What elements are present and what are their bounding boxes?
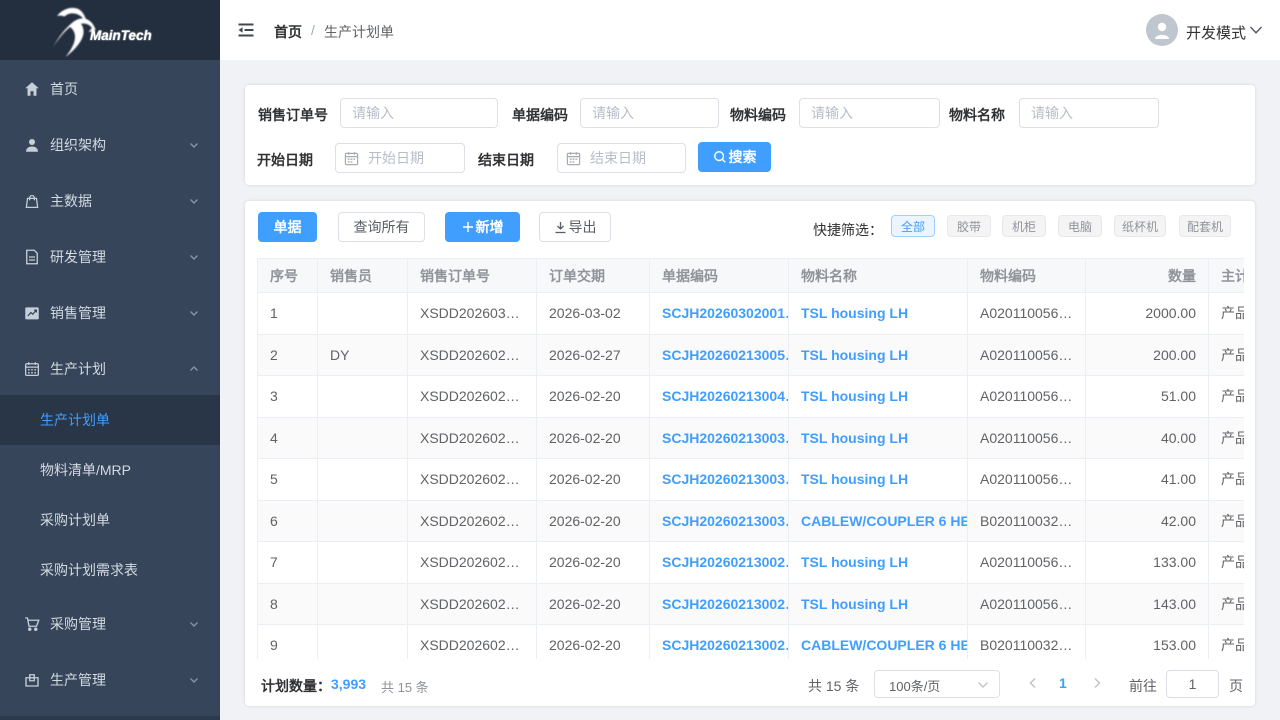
svg-text:MainTech: MainTech [90, 28, 152, 43]
